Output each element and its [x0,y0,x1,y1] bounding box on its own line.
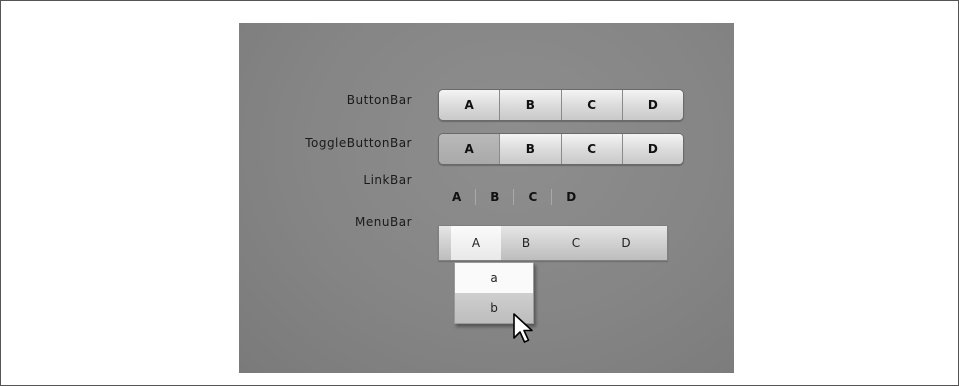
linkbar-link-d[interactable]: D [566,190,576,204]
menubar: A B C D [438,225,668,261]
togglebuttonbar-label: ToggleButtonBar [305,136,412,150]
linkbar-link-b[interactable]: B [490,190,499,204]
linkbar-separator [475,189,477,205]
togglebuttonbar-button-b[interactable]: B [500,134,562,164]
screenshot-frame: ButtonBar ToggleButtonBar LinkBar MenuBa… [0,0,959,386]
dropdown-item-a[interactable]: a [455,263,533,293]
togglebuttonbar-button-a[interactable]: A [439,134,501,164]
linkbar: A B C D [452,187,576,207]
menubar-item-c[interactable]: C [551,226,601,260]
menubar-item-b[interactable]: B [501,226,551,260]
arrow-cursor-icon [512,313,534,349]
demo-panel: ButtonBar ToggleButtonBar LinkBar MenuBa… [239,23,734,373]
buttonbar-button-c[interactable]: C [561,90,623,120]
togglebuttonbar: A B C D [438,133,684,165]
linkbar-label: LinkBar [363,173,412,187]
linkbar-separator [513,189,515,205]
linkbar-link-a[interactable]: A [452,190,461,204]
buttonbar: A B C D [438,89,684,121]
togglebuttonbar-button-c[interactable]: C [561,134,623,164]
buttonbar-button-a[interactable]: A [439,90,501,120]
linkbar-link-c[interactable]: C [528,190,537,204]
buttonbar-label: ButtonBar [346,93,412,107]
togglebuttonbar-button-d[interactable]: D [622,134,683,164]
buttonbar-button-b[interactable]: B [500,90,562,120]
menubar-item-d[interactable]: D [601,226,651,260]
menubar-label: MenuBar [355,215,412,229]
menubar-item-a[interactable]: A [451,226,501,260]
linkbar-separator [551,189,553,205]
buttonbar-button-d[interactable]: D [622,90,683,120]
